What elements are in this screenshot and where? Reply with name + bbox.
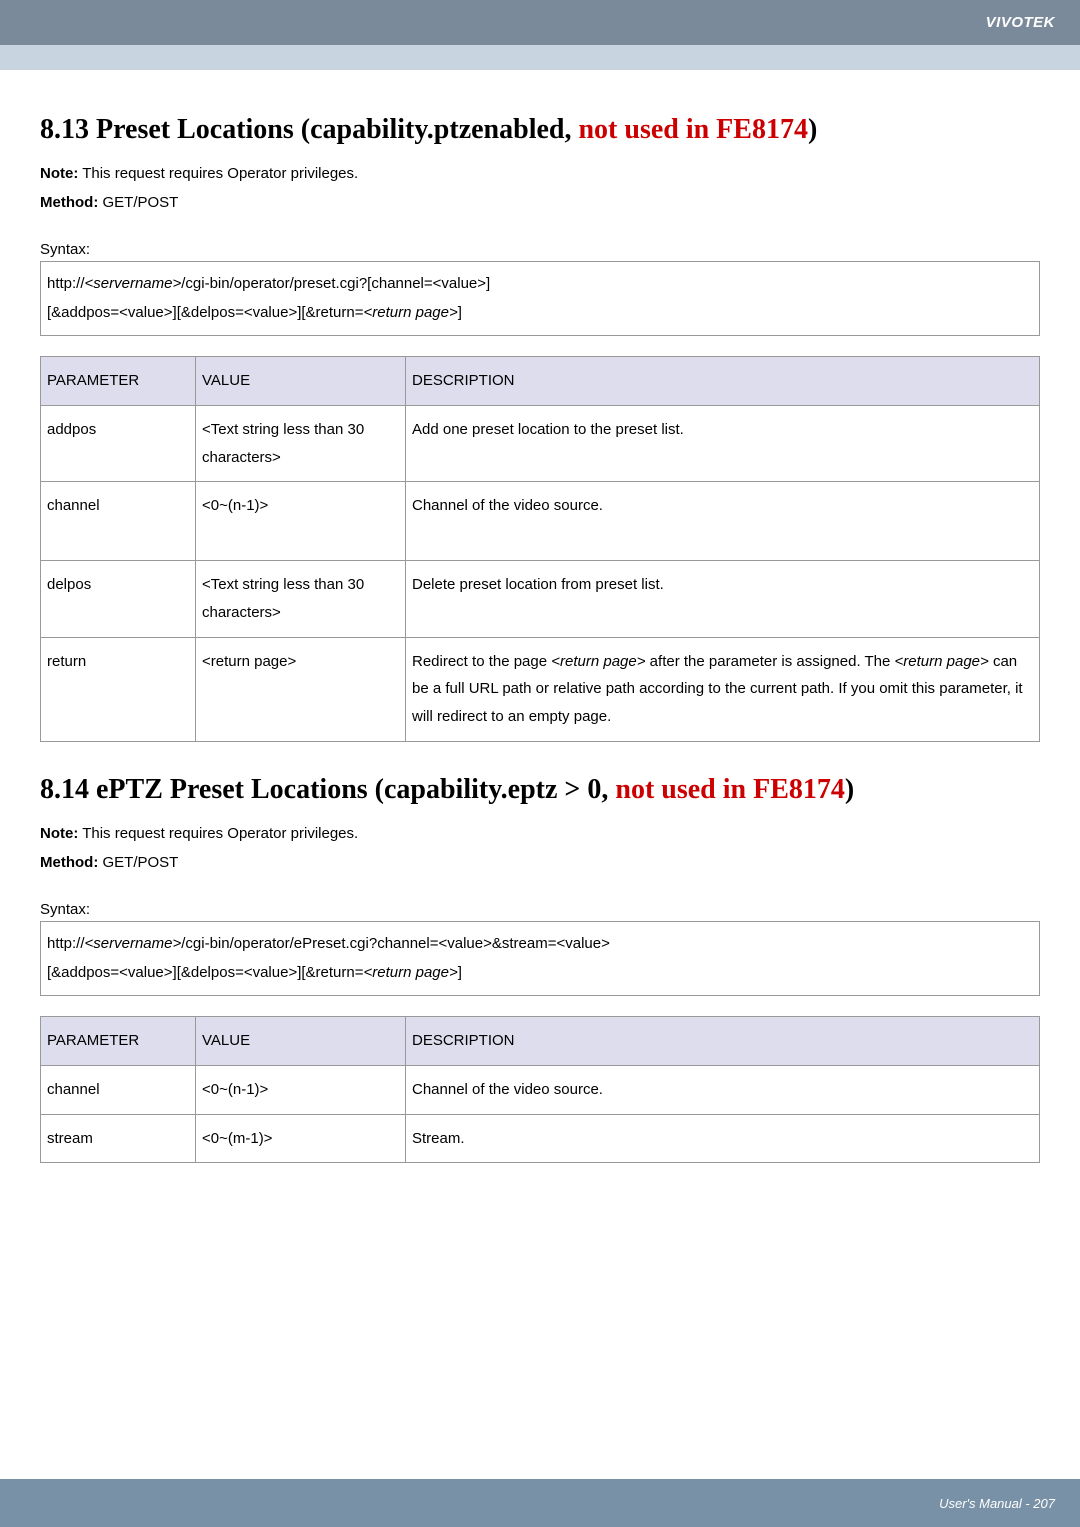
parameter-table-813: PARAMETER VALUE DESCRIPTION addpos <Text… (40, 356, 1040, 742)
syntax-text-italic: <return page> (364, 964, 458, 981)
syntax-label: Syntax: (40, 241, 1040, 258)
cell-parameter: stream (41, 1114, 196, 1163)
cell-parameter: channel (41, 482, 196, 561)
cell-description: Redirect to the page <return page> after… (406, 637, 1040, 741)
cell-value: <Text string less than 30 characters> (196, 561, 406, 638)
col-header-parameter: PARAMETER (41, 1017, 196, 1066)
method-label: Method: (40, 854, 98, 871)
syntax-text: http:// (47, 275, 85, 292)
note-text: This request requires Operator privilege… (78, 825, 358, 842)
table-row: addpos <Text string less than 30 charact… (41, 405, 1040, 482)
col-header-description: DESCRIPTION (406, 1017, 1040, 1066)
cell-description: Channel of the video source. (406, 482, 1040, 561)
method-label: Method: (40, 194, 98, 211)
section-heading-814: 8.14 ePTZ Preset Locations (capability.e… (40, 770, 1040, 809)
cell-description: Delete preset location from preset list. (406, 561, 1040, 638)
cell-parameter: return (41, 637, 196, 741)
heading-red-text: not used in FE8174 (578, 114, 808, 145)
cell-value: <0~(n-1)> (196, 482, 406, 561)
syntax-text-italic: <servername> (85, 275, 182, 292)
syntax-text: [&addpos=<value>][&delpos=<value>][&retu… (47, 964, 364, 981)
syntax-text: ] (458, 304, 462, 321)
heading-red-text: not used in FE8174 (615, 774, 845, 805)
cell-value: <0~(n-1)> (196, 1065, 406, 1114)
cell-parameter: channel (41, 1065, 196, 1114)
table-header-row: PARAMETER VALUE DESCRIPTION (41, 1017, 1040, 1066)
desc-text-italic: <return page> (895, 653, 989, 670)
header-band: VIVOTEK (0, 0, 1080, 45)
parameter-table-814: PARAMETER VALUE DESCRIPTION channel <0~(… (40, 1016, 1040, 1163)
method-text: GET/POST (98, 194, 178, 211)
page-content: 8.13 Preset Locations (capability.ptzena… (0, 70, 1080, 1163)
cell-parameter: delpos (41, 561, 196, 638)
col-header-value: VALUE (196, 1017, 406, 1066)
cell-description: Channel of the video source. (406, 1065, 1040, 1114)
cell-description: Add one preset location to the preset li… (406, 405, 1040, 482)
heading-suffix: ) (808, 114, 817, 145)
table-row: channel <0~(n-1)> Channel of the video s… (41, 1065, 1040, 1114)
col-header-description: DESCRIPTION (406, 357, 1040, 406)
syntax-text: /cgi-bin/operator/ePreset.cgi?channel=<v… (181, 935, 610, 952)
heading-text: 8.13 Preset Locations (capability.ptzena… (40, 114, 578, 145)
syntax-text-italic: <return page> (364, 304, 458, 321)
cell-description: Stream. (406, 1114, 1040, 1163)
cell-value: <return page> (196, 637, 406, 741)
cell-parameter: addpos (41, 405, 196, 482)
syntax-text: /cgi-bin/operator/preset.cgi?[channel=<v… (181, 275, 490, 292)
note-label: Note: (40, 825, 78, 842)
cell-value: <Text string less than 30 characters> (196, 405, 406, 482)
syntax-text: http:// (47, 935, 85, 952)
desc-text: after the parameter is assigned. The (646, 653, 895, 670)
table-row: return <return page> Redirect to the pag… (41, 637, 1040, 741)
heading-text: 8.14 ePTZ Preset Locations (capability.e… (40, 774, 615, 805)
heading-suffix: ) (845, 774, 854, 805)
desc-text-italic: <return page> (551, 653, 645, 670)
table-header-row: PARAMETER VALUE DESCRIPTION (41, 357, 1040, 406)
syntax-label: Syntax: (40, 901, 1040, 918)
syntax-text: [&addpos=<value>][&delpos=<value>][&retu… (47, 304, 364, 321)
syntax-text-italic: <servername> (85, 935, 182, 952)
desc-text: Redirect to the page (412, 653, 551, 670)
footer-text: User's Manual - 207 (939, 1496, 1055, 1511)
table-row: delpos <Text string less than 30 charact… (41, 561, 1040, 638)
method-text: GET/POST (98, 854, 178, 871)
syntax-text: ] (458, 964, 462, 981)
method-line: Method: GET/POST (40, 192, 1040, 213)
syntax-box: http://<servername>/cgi-bin/operator/ePr… (40, 921, 1040, 996)
col-header-parameter: PARAMETER (41, 357, 196, 406)
note-text: This request requires Operator privilege… (78, 165, 358, 182)
note-line: Note: This request requires Operator pri… (40, 823, 1040, 844)
note-label: Note: (40, 165, 78, 182)
cell-value: <0~(m-1)> (196, 1114, 406, 1163)
table-row: channel <0~(n-1)> Channel of the video s… (41, 482, 1040, 561)
note-line: Note: This request requires Operator pri… (40, 163, 1040, 184)
page-footer: User's Manual - 207 (0, 1479, 1080, 1527)
table-row: stream <0~(m-1)> Stream. (41, 1114, 1040, 1163)
syntax-box: http://<servername>/cgi-bin/operator/pre… (40, 261, 1040, 336)
section-heading-813: 8.13 Preset Locations (capability.ptzena… (40, 110, 1040, 149)
header-underband (0, 45, 1080, 70)
brand-logo: VIVOTEK (986, 14, 1055, 31)
method-line: Method: GET/POST (40, 852, 1040, 873)
col-header-value: VALUE (196, 357, 406, 406)
